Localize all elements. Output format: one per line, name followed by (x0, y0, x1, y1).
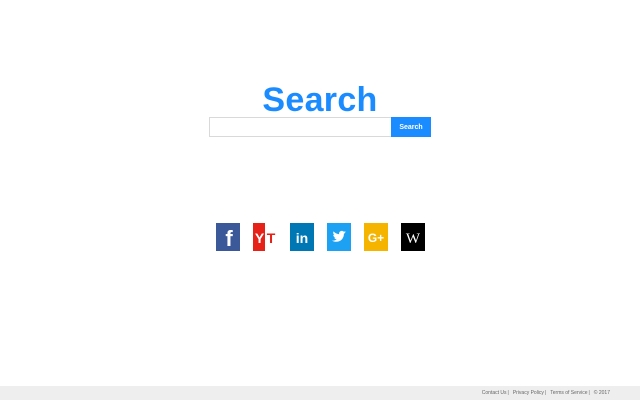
youtube-icon: Y T (253, 223, 277, 251)
page: Search Search f Y T in G+ W Contact Us |… (0, 0, 640, 400)
search-logo: Search (262, 81, 378, 119)
wikipedia-icon: W (401, 223, 425, 251)
wikipedia-link[interactable]: W (401, 223, 425, 251)
social-links: f Y T in G+ W (0, 223, 640, 251)
facebook-icon: f (216, 223, 240, 251)
wikipedia-icon-glyph: W (406, 231, 421, 247)
twitter-icon (327, 223, 351, 251)
youtube-icon-glyph-t: T (267, 230, 276, 246)
twitter-link[interactable] (327, 223, 351, 251)
privacy-policy-link[interactable]: Privacy Policy (513, 390, 544, 396)
search-button[interactable]: Search (391, 117, 431, 137)
linkedin-link[interactable]: in (290, 223, 314, 251)
footer-separator: | (544, 390, 547, 396)
search-form: Search (209, 117, 431, 137)
youtube-icon-glyph-y: Y (255, 230, 265, 246)
facebook-link[interactable]: f (216, 223, 240, 251)
copyright-text: © 2017 (593, 390, 610, 396)
search-input[interactable] (209, 117, 391, 137)
google-plus-icon: G+ (364, 223, 388, 251)
footer-separator: | (588, 390, 590, 396)
contact-us-link[interactable]: Contact Us (482, 390, 507, 396)
linkedin-icon-glyph: in (296, 230, 308, 246)
linkedin-icon: in (290, 223, 314, 251)
google-plus-link[interactable]: G+ (364, 223, 388, 251)
footer: Contact Us | Privacy Policy | Terms of S… (0, 386, 640, 400)
footer-separator: | (507, 390, 509, 396)
google-plus-icon-glyph: G+ (368, 231, 384, 245)
facebook-icon-glyph: f (225, 226, 233, 251)
terms-of-service-link[interactable]: Terms of Service (550, 390, 587, 396)
footer-links: Contact Us | Privacy Policy | Terms of S… (482, 386, 610, 400)
youtube-link[interactable]: Y T (253, 223, 277, 251)
